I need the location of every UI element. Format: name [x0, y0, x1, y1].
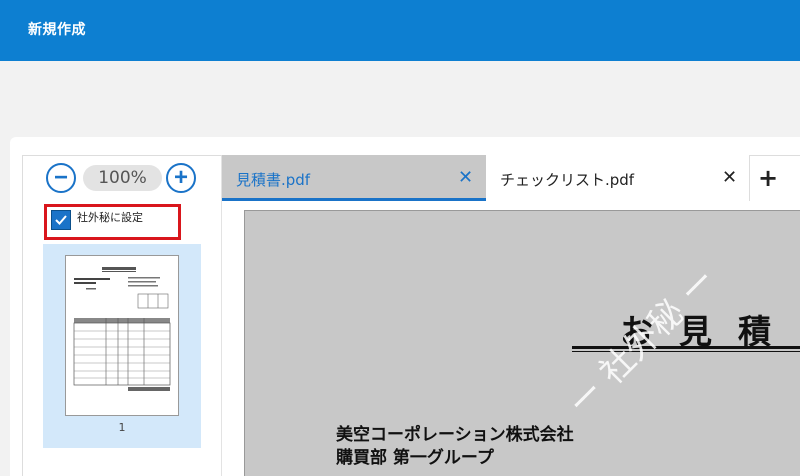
page-thumbnail-preview[interactable] [65, 255, 179, 416]
tab-checklist-pdf[interactable]: チェックリスト.pdf ✕ [486, 155, 750, 201]
thumbnail-document-image [73, 267, 171, 391]
tab-label: チェックリスト.pdf [500, 171, 635, 189]
title-underline-thin [572, 351, 800, 352]
zoom-level: 100% [83, 165, 162, 191]
document-company: 美空コーポレーション株式会社 [336, 425, 574, 445]
close-icon[interactable]: ✕ [722, 167, 737, 188]
page-title: 新規作成 [28, 22, 86, 38]
zoom-in-button[interactable]: + [166, 163, 196, 193]
tab-estimate-pdf[interactable]: 見積書.pdf ✕ [222, 155, 486, 201]
confidential-checkbox[interactable] [51, 210, 71, 230]
title-underline [572, 346, 800, 349]
close-icon[interactable]: ✕ [458, 167, 473, 188]
app-header: 新規作成 [0, 0, 800, 61]
checkmark-icon [55, 215, 67, 225]
confidential-setting[interactable]: 社外秘に設定 [44, 204, 181, 240]
page-number: 1 [118, 421, 126, 434]
add-tab-button[interactable]: + [758, 162, 778, 194]
tab-label: 見積書.pdf [236, 171, 311, 189]
confidential-label: 社外秘に設定 [77, 211, 143, 224]
document-department: 購買部 第一グループ [336, 448, 494, 468]
zoom-out-button[interactable]: − [46, 163, 76, 193]
